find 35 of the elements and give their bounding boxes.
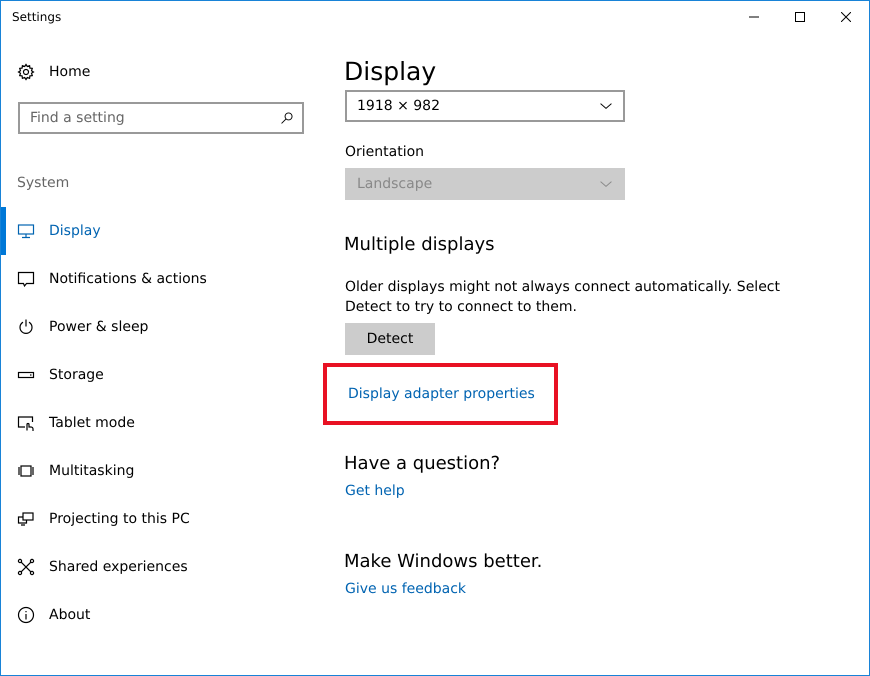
feedback-link[interactable]: Give us feedback	[345, 581, 466, 597]
description-text: Older displays might not always connect automatically. Select Detect to try to connect to them.	[345, 278, 781, 317]
sidebar-item[interactable]: Storage	[1, 351, 301, 399]
monitor-icon	[17, 222, 35, 240]
info-icon	[17, 606, 35, 624]
section-heading: Make Windows better.	[344, 551, 542, 572]
home-nav-item[interactable]: Home	[1, 32, 323, 81]
section-heading: System	[16, 174, 70, 191]
share-nodes-icon	[17, 558, 35, 576]
maximize-icon	[795, 12, 805, 22]
detect-button[interactable]: Detect	[345, 323, 435, 355]
section-heading: Have a question?	[344, 453, 500, 474]
sidebar-item[interactable]: Notifications & actions	[1, 255, 301, 303]
window-title: Settings	[11, 10, 62, 24]
adapter-properties-link[interactable]: Display adapter properties	[348, 386, 535, 402]
field-label: Orientation	[345, 144, 424, 160]
power-icon	[17, 318, 35, 336]
sidebar-item[interactable]: Display	[1, 207, 301, 255]
resolution-dropdown[interactable]: 1918 × 982	[345, 90, 625, 122]
sidebar-item[interactable]: Projecting to this PC	[1, 495, 301, 543]
search-field[interactable]: Find a setting	[18, 102, 304, 134]
speech-bubble-icon	[17, 270, 35, 288]
close-icon	[841, 12, 851, 22]
sidebar-item[interactable]: Tablet mode	[1, 399, 301, 447]
tablet-hand-icon	[17, 414, 35, 432]
projecting-icon	[17, 510, 35, 528]
sidebar-item[interactable]: Power & sleep	[1, 303, 301, 351]
sidebar-item[interactable]: Multitasking	[1, 447, 301, 495]
help-link[interactable]: Get help	[345, 483, 405, 499]
settings-icon	[17, 63, 35, 81]
search-icon	[280, 111, 294, 125]
page-title: Display	[344, 57, 436, 86]
sidebar-item[interactable]: Shared experiences	[1, 543, 301, 591]
section-heading: Multiple displays	[344, 234, 495, 255]
sidebar-item[interactable]: About	[1, 591, 301, 639]
